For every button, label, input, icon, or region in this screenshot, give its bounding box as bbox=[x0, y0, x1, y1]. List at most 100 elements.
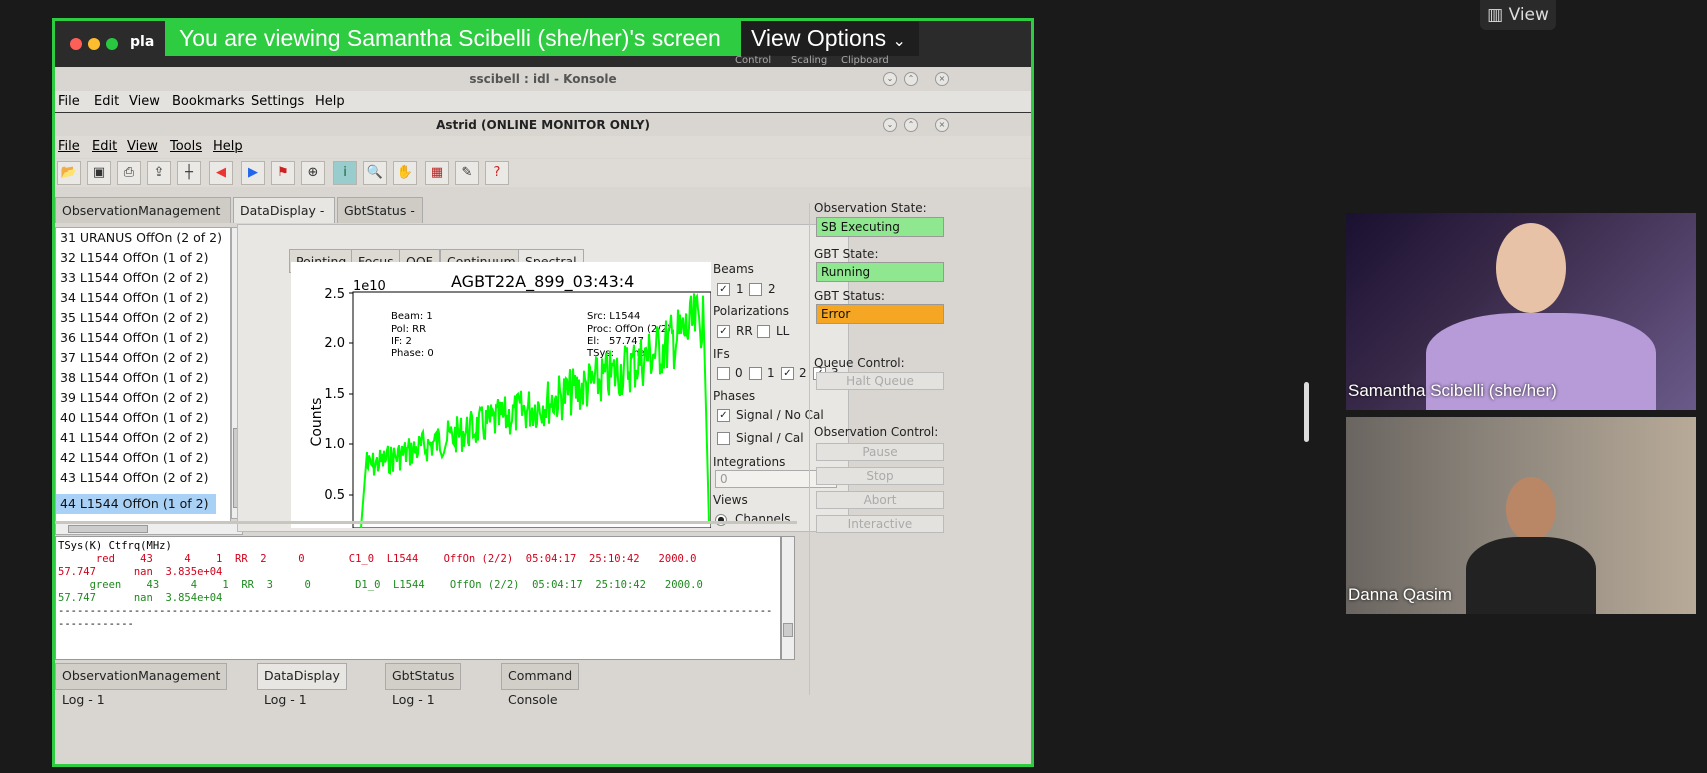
list-item[interactable]: 42 L1544 OffOn (1 of 2) bbox=[60, 448, 208, 468]
views-channels-radio[interactable]: ● bbox=[715, 514, 727, 526]
if-2-label: 2 bbox=[799, 366, 807, 380]
splitter[interactable] bbox=[55, 521, 797, 524]
konsole-menu-edit[interactable]: Edit bbox=[94, 91, 119, 113]
list-item[interactable]: 31 URANUS OffOn (2 of 2) bbox=[60, 228, 222, 248]
list-item[interactable]: 34 L1544 OffOn (1 of 2) bbox=[60, 288, 208, 308]
plot-ylabel: Counts bbox=[309, 398, 325, 447]
chevron-down-icon: ⌄ bbox=[892, 33, 906, 50]
participant-video[interactable]: Samantha Scibelli (she/her) bbox=[1346, 213, 1696, 410]
konsole-menu-settings[interactable]: Settings bbox=[251, 91, 304, 113]
view-options-button[interactable]: View Options ⌄ bbox=[741, 21, 919, 56]
participant-video[interactable]: Danna Qasim bbox=[1346, 417, 1696, 614]
list-item[interactable]: 41 L1544 OffOn (2 of 2) bbox=[60, 428, 208, 448]
tab-observation-management[interactable]: ObservationManagement - 1 bbox=[55, 197, 231, 244]
minimize-window-icon[interactable] bbox=[88, 38, 100, 50]
pol-rr-checkbox[interactable]: ✓ bbox=[717, 325, 730, 338]
spectral-plot[interactable]: AGBT22A_899_03:43:4 1e10 Counts 2.5 2.0 … bbox=[291, 262, 712, 529]
halt-queue-button[interactable]: Halt Queue bbox=[816, 372, 944, 390]
pause-button[interactable]: Pause bbox=[816, 443, 944, 461]
if-2-checkbox[interactable]: ✓ bbox=[781, 367, 794, 380]
astrid-menu-edit[interactable]: Edit bbox=[92, 136, 117, 158]
konsole-menu-bookmarks[interactable]: Bookmarks bbox=[172, 91, 245, 113]
list-item[interactable]: 33 L1544 OffOn (2 of 2) bbox=[60, 268, 208, 288]
help-icon[interactable]: ? bbox=[485, 161, 509, 185]
view-options-label: View Options bbox=[751, 25, 887, 51]
participant-face bbox=[1496, 223, 1566, 313]
astrid-toolbar: 📂 ▣ ⎙ ⇪ ┼ ◀ ▶ ⚑ ⊕ i 🔍 ✋ ▦ ✎ ? bbox=[55, 159, 1031, 187]
konsole-minimize-icon[interactable]: ⌄ bbox=[883, 72, 897, 86]
scan-list: 31 URANUS OffOn (2 of 2) 32 L1544 OffOn … bbox=[55, 227, 231, 523]
astrid-maximize-icon[interactable]: ⌃ bbox=[904, 118, 918, 132]
list-item[interactable]: 36 L1544 OffOn (1 of 2) bbox=[60, 328, 208, 348]
konsole-menu-view[interactable]: View bbox=[129, 91, 160, 113]
list-item[interactable]: 32 L1544 OffOn (1 of 2) bbox=[60, 248, 208, 268]
beam-2-checkbox[interactable] bbox=[749, 283, 762, 296]
integrations-label: Integrations bbox=[713, 455, 786, 469]
phase-signal-nocal-checkbox[interactable]: ✓ bbox=[717, 409, 730, 422]
flag-icon[interactable]: ⚑ bbox=[271, 161, 295, 185]
plot-info-phase: Phase: 0 bbox=[391, 348, 434, 359]
phase-signal-cal-checkbox[interactable] bbox=[717, 432, 730, 445]
tab-obs-mgmt-log[interactable]: ObservationManagement Log - 1 bbox=[55, 663, 228, 707]
print-icon[interactable]: ⎙ bbox=[117, 161, 141, 185]
log-vscroll[interactable] bbox=[781, 536, 795, 660]
astrid-menu-file[interactable]: File bbox=[58, 136, 80, 158]
list-item[interactable]: 35 L1544 OffOn (2 of 2) bbox=[60, 308, 208, 328]
close-window-icon[interactable] bbox=[70, 38, 82, 50]
astrid-menu-view[interactable]: View bbox=[127, 136, 158, 158]
list-item[interactable]: 37 L1544 OffOn (2 of 2) bbox=[60, 348, 208, 368]
konsole-menu-file[interactable]: File bbox=[58, 91, 80, 113]
edit-icon[interactable]: ✎ bbox=[455, 161, 479, 185]
control-label[interactable]: Control bbox=[735, 55, 771, 66]
abort-button[interactable]: Abort bbox=[816, 491, 944, 509]
table-icon[interactable]: ▦ bbox=[425, 161, 449, 185]
tab-gbt-status[interactable]: GbtStatus - 1 bbox=[337, 197, 423, 244]
if-0-checkbox[interactable] bbox=[717, 367, 730, 380]
list-item[interactable]: 39 L1544 OffOn (2 of 2) bbox=[60, 388, 208, 408]
scan-list-hscroll[interactable] bbox=[55, 523, 243, 535]
obs-state-value: SB Executing bbox=[816, 217, 944, 237]
pol-ll-checkbox[interactable] bbox=[757, 325, 770, 338]
back-arrow-icon[interactable]: ◀ bbox=[209, 161, 233, 185]
if-1-checkbox[interactable] bbox=[749, 367, 762, 380]
konsole-close-icon[interactable]: × bbox=[935, 72, 949, 86]
list-item[interactable]: 38 L1544 OffOn (1 of 2) bbox=[60, 368, 208, 388]
maximize-window-icon[interactable] bbox=[106, 38, 118, 50]
stop-button[interactable]: Stop bbox=[816, 467, 944, 485]
scaling-label[interactable]: Scaling bbox=[791, 55, 827, 66]
plot-exponent: 1e10 bbox=[353, 279, 386, 294]
info-icon[interactable]: i bbox=[333, 161, 357, 185]
zoom-region-icon[interactable]: ⊕ bbox=[301, 161, 325, 185]
save-icon[interactable]: ▣ bbox=[87, 161, 111, 185]
cursor-icon[interactable]: ┼ bbox=[177, 161, 201, 185]
list-item-selected[interactable]: 44 L1544 OffOn (1 of 2) bbox=[56, 494, 216, 514]
beam-1-checkbox[interactable]: ✓ bbox=[717, 283, 730, 296]
beam-2-label: 2 bbox=[768, 282, 776, 296]
queue-control-label: Queue Control: bbox=[814, 356, 905, 370]
pan-hand-icon[interactable]: ✋ bbox=[393, 161, 417, 185]
spectrum-svg: AGBT22A_899_03:43:4 1e10 Counts 2.5 2.0 … bbox=[309, 272, 712, 529]
interactive-button[interactable]: Interactive bbox=[816, 515, 944, 533]
log-line: red 43 4 1 RR 2 0 C1_0 L1544 OffOn (2/2)… bbox=[58, 553, 697, 565]
forward-arrow-icon[interactable]: ▶ bbox=[241, 161, 265, 185]
plot-info-if: IF: 2 bbox=[391, 336, 412, 347]
tab-gbt-status-log[interactable]: GbtStatus Log - 1 bbox=[385, 663, 462, 707]
list-item[interactable]: 43 L1544 OffOn (2 of 2) bbox=[60, 468, 208, 488]
tab-data-display-log[interactable]: DataDisplay Log - 1 bbox=[257, 663, 347, 707]
open-folder-icon[interactable]: 📂 bbox=[57, 161, 81, 185]
konsole-menu-help[interactable]: Help bbox=[315, 91, 345, 113]
log-line: ----------------------------------------… bbox=[58, 605, 773, 617]
zoom-in-icon[interactable]: 🔍 bbox=[363, 161, 387, 185]
konsole-maximize-icon[interactable]: ⌃ bbox=[904, 72, 918, 86]
gallery-resize-handle[interactable] bbox=[1304, 382, 1309, 442]
clipboard-label[interactable]: Clipboard bbox=[841, 55, 889, 66]
list-item[interactable]: 40 L1544 OffOn (1 of 2) bbox=[60, 408, 208, 428]
astrid-close-icon[interactable]: × bbox=[935, 118, 949, 132]
astrid-menu-help[interactable]: Help bbox=[213, 136, 243, 158]
zoom-view-button[interactable]: ▥ View bbox=[1480, 0, 1556, 30]
export-icon[interactable]: ⇪ bbox=[147, 161, 171, 185]
astrid-menu-tools[interactable]: Tools bbox=[170, 136, 202, 158]
astrid-minimize-icon[interactable]: ⌄ bbox=[883, 118, 897, 132]
tab-data-display[interactable]: DataDisplay - 1 bbox=[233, 197, 335, 244]
tab-command-console[interactable]: Command Console bbox=[501, 663, 580, 707]
